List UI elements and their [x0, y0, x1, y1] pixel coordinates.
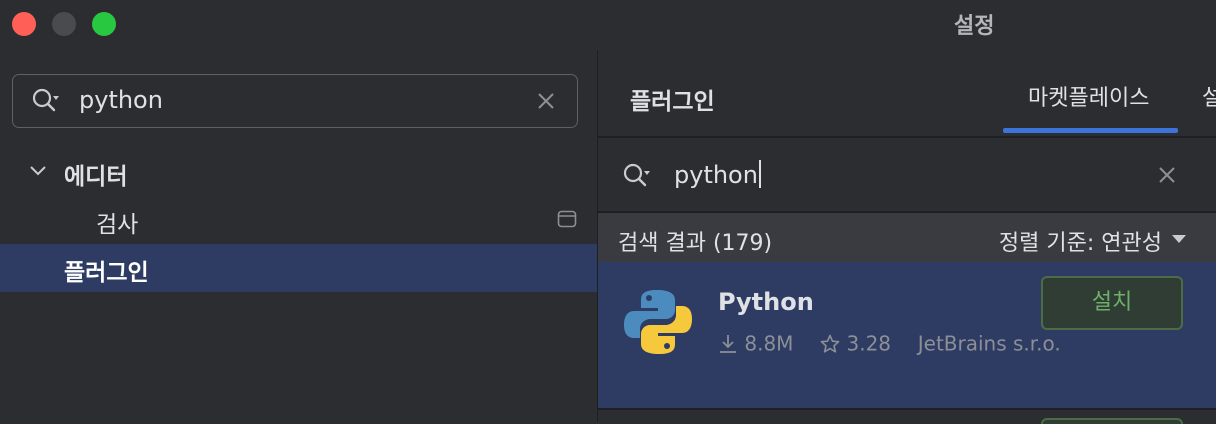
star-icon [820, 334, 840, 353]
close-window-button[interactable] [12, 12, 36, 36]
dropdown-arrow-icon[interactable] [1172, 235, 1186, 243]
tab-marketplace[interactable]: 마켓플레이스 [1028, 80, 1149, 112]
window-title: 설정 [954, 14, 995, 39]
marketplace-search-input[interactable]: python [674, 160, 761, 189]
plugin-meta: 8.8M 3.28 JetBrains s.r.o. [718, 330, 1061, 356]
search-icon[interactable] [622, 162, 650, 190]
active-tab-indicator [1003, 128, 1178, 133]
chevron-down-icon[interactable] [28, 161, 48, 181]
tree-item-editor[interactable]: 에디터 [0, 148, 597, 196]
install-button[interactable] [1041, 418, 1183, 424]
tree-item-label: 에디터 [64, 164, 128, 190]
results-count: 검색 결과 (179) [618, 231, 773, 256]
text-caret [758, 160, 761, 188]
search-icon[interactable] [31, 87, 59, 115]
plugins-panel: 플러그인 마켓플레이스 설치됨 python 검색 결과 (179) 정렬 기준… [598, 50, 1216, 424]
settings-search-input[interactable]: python [79, 86, 163, 114]
plugin-downloads: 8.8M [744, 331, 794, 356]
maximize-window-button[interactable] [92, 12, 116, 36]
tree-item-inspections[interactable]: 검사 [0, 196, 597, 244]
page-icon [557, 210, 577, 228]
install-button[interactable]: 설치 [1041, 276, 1183, 330]
download-icon [720, 334, 736, 353]
tree-item-label: 플러그인 [64, 260, 149, 286]
settings-sidebar: python 에디터 검사 플러그인 [0, 50, 597, 422]
tree-item-plugins[interactable]: 플러그인 [0, 244, 597, 292]
results-bar: 검색 결과 (179) 정렬 기준: 연관성 [598, 213, 1216, 262]
python-logo-icon [624, 290, 692, 354]
sort-dropdown[interactable]: 정렬 기준: 연관성 [999, 225, 1162, 257]
search-input-value: python [674, 161, 758, 189]
minimize-window-button[interactable] [52, 12, 76, 36]
plugins-header: 플러그인 마켓플레이스 설치됨 [598, 50, 1216, 138]
marketplace-search-field[interactable]: python [598, 138, 1216, 213]
tab-installed[interactable]: 설치됨 [1202, 80, 1216, 112]
close-icon[interactable] [1156, 164, 1178, 186]
plugin-name[interactable]: Python [718, 288, 814, 316]
settings-search-field[interactable]: python [12, 74, 578, 128]
plugin-list-item[interactable]: Python 8.8M 3.28 JetBrains s.r.o. 설치 [598, 262, 1216, 408]
plugin-vendor: JetBrains s.r.o. [917, 331, 1061, 356]
tree-item-label: 검사 [96, 212, 139, 238]
close-icon[interactable] [535, 90, 557, 112]
page-title: 플러그인 [630, 89, 715, 115]
title-bar: 설정 [0, 0, 1216, 50]
plugin-rating: 3.28 [846, 331, 892, 356]
